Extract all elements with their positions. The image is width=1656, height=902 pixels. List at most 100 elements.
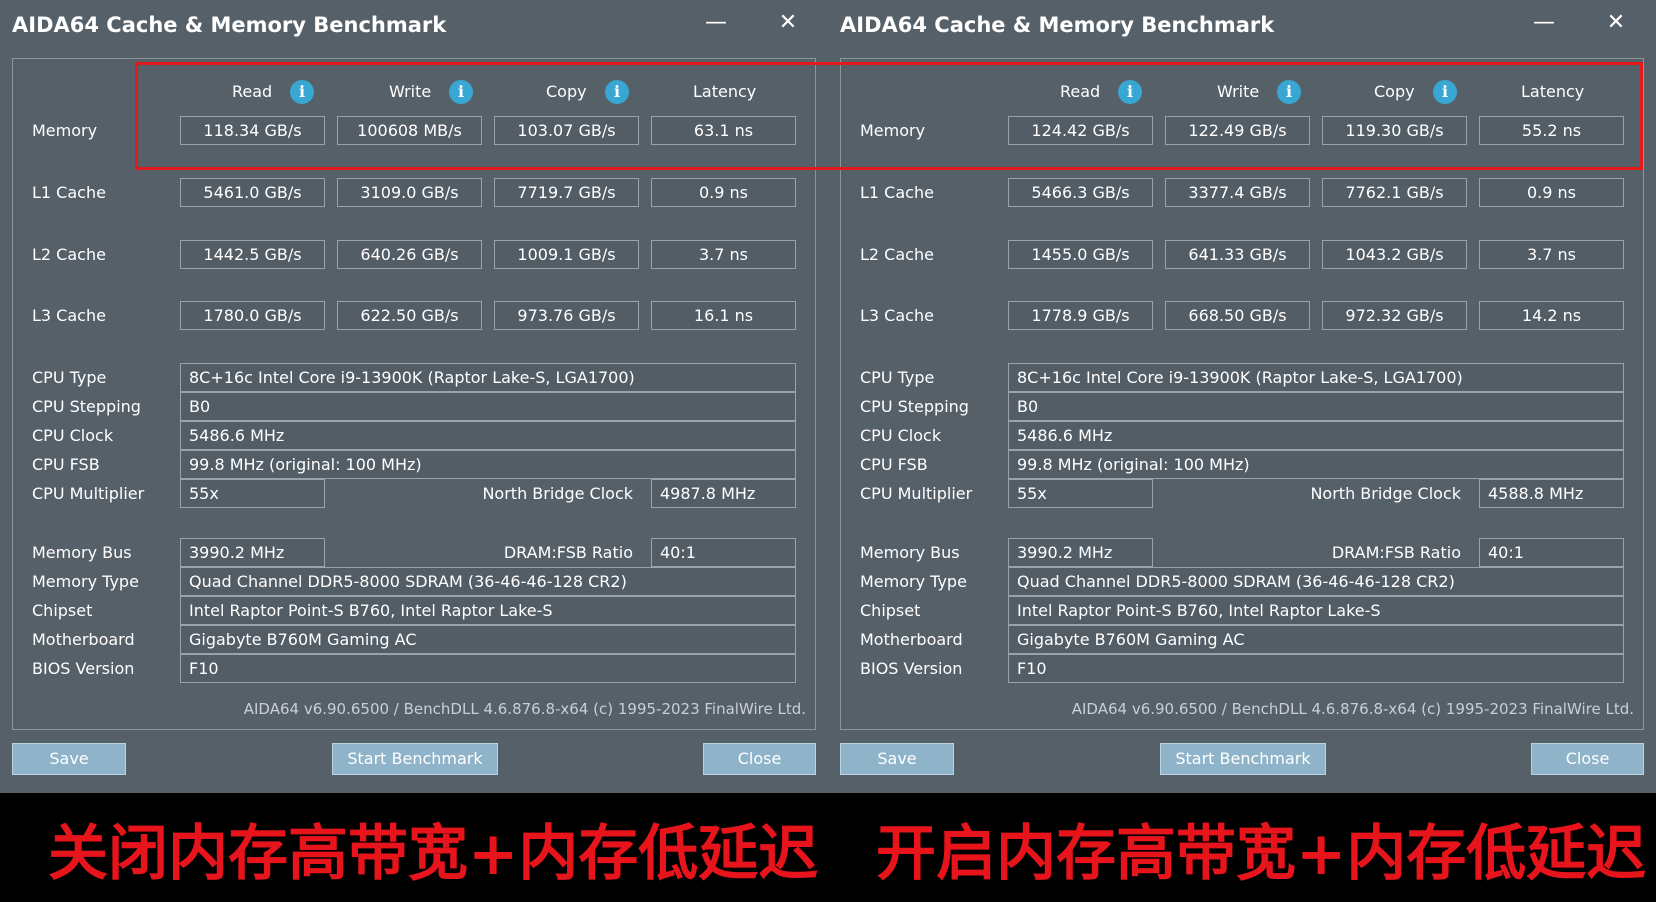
memory-type-value: Quad Channel DDR5-8000 SDRAM (36-46-46-1… [180, 567, 796, 596]
l3-label: L3 Cache [860, 306, 934, 325]
l3-read-value: 1778.9 GB/s [1008, 301, 1153, 330]
nb-clock-label: North Bridge Clock [482, 484, 633, 503]
l1-latency-value: 0.9 ns [651, 178, 796, 207]
l1-write-value: 3377.4 GB/s [1165, 178, 1310, 207]
l3-latency-value: 14.2 ns [1479, 301, 1624, 330]
save-button[interactable]: Save [12, 743, 126, 775]
version-footer: AIDA64 v6.90.6500 / BenchDLL 4.6.876.8-x… [1071, 700, 1634, 718]
l1-label: L1 Cache [860, 183, 934, 202]
title-bar: AIDA64 Cache & Memory Benchmark — ✕ [828, 0, 1656, 52]
l2-label: L2 Cache [32, 245, 106, 264]
dram-fsb-label: DRAM:FSB Ratio [503, 543, 633, 562]
memory-bus-label: Memory Bus [32, 543, 132, 562]
close-button[interactable]: Close [1531, 743, 1644, 775]
nb-clock-value: 4588.8 MHz [1479, 479, 1624, 508]
latency-header: Latency [1521, 82, 1585, 101]
title-bar: AIDA64 Cache & Memory Benchmark — ✕ [0, 0, 828, 52]
close-button[interactable]: Close [703, 743, 816, 775]
motherboard-value: Gigabyte B760M Gaming AC [1008, 625, 1624, 654]
chipset-label: Chipset [32, 601, 93, 620]
dram-fsb-value: 40:1 [1479, 538, 1624, 567]
minimize-icon[interactable]: — [1526, 8, 1562, 38]
l2-label: L2 Cache [860, 245, 934, 264]
read-header: Read [232, 82, 273, 101]
chipset-value: Intel Raptor Point-S B760, Intel Raptor … [180, 596, 796, 625]
read-header: Read [1060, 82, 1101, 101]
cpu-stepping-label: CPU Stepping [32, 397, 141, 416]
info-icon[interactable]: i [1277, 80, 1301, 104]
chipset-value: Intel Raptor Point-S B760, Intel Raptor … [1008, 596, 1624, 625]
l2-latency-value: 3.7 ns [1479, 240, 1624, 269]
cpu-multiplier-value: 55x [180, 479, 325, 508]
memory-label: Memory [32, 121, 98, 140]
bios-value: F10 [180, 654, 796, 683]
info-icon[interactable]: i [1118, 80, 1142, 104]
l3-write-value: 668.50 GB/s [1165, 301, 1310, 330]
caption-enabled: 开启内存高带宽+内存低延迟 [876, 819, 1647, 889]
save-button[interactable]: Save [840, 743, 954, 775]
cpu-type-label: CPU Type [860, 368, 935, 387]
l2-copy-value: 1009.1 GB/s [494, 240, 639, 269]
cpu-multiplier-label: CPU Multiplier [32, 484, 145, 503]
copy-header: Copy [1374, 82, 1415, 101]
bios-value: F10 [1008, 654, 1624, 683]
info-icon[interactable]: i [449, 80, 473, 104]
bios-label: BIOS Version [32, 659, 135, 678]
cpu-stepping-label: CPU Stepping [860, 397, 969, 416]
motherboard-label: Motherboard [860, 630, 963, 649]
benchmark-window-right: AIDA64 Cache & Memory Benchmark — ✕ Read… [828, 0, 1656, 793]
l3-write-value: 622.50 GB/s [337, 301, 482, 330]
l3-copy-value: 972.32 GB/s [1322, 301, 1467, 330]
cpu-stepping-value: B0 [180, 392, 796, 421]
write-header: Write [1217, 82, 1260, 101]
l1-latency-value: 0.9 ns [1479, 178, 1624, 207]
close-icon[interactable]: ✕ [770, 8, 806, 38]
cpu-fsb-label: CPU FSB [860, 455, 928, 474]
l1-copy-value: 7762.1 GB/s [1322, 178, 1467, 207]
window-title: AIDA64 Cache & Memory Benchmark [12, 13, 447, 37]
cpu-fsb-label: CPU FSB [32, 455, 100, 474]
l1-read-value: 5461.0 GB/s [180, 178, 325, 207]
cpu-multiplier-label: CPU Multiplier [860, 484, 973, 503]
chipset-label: Chipset [860, 601, 921, 620]
latency-header: Latency [693, 82, 757, 101]
minimize-icon[interactable]: — [698, 8, 734, 38]
l2-write-value: 641.33 GB/s [1165, 240, 1310, 269]
memory-label: Memory [860, 121, 926, 140]
l3-latency-value: 16.1 ns [651, 301, 796, 330]
memory-type-label: Memory Type [860, 572, 967, 591]
info-icon[interactable]: i [605, 80, 629, 104]
l2-read-value: 1455.0 GB/s [1008, 240, 1153, 269]
memory-type-value: Quad Channel DDR5-8000 SDRAM (36-46-46-1… [1008, 567, 1624, 596]
memory-type-label: Memory Type [32, 572, 139, 591]
l1-label: L1 Cache [32, 183, 106, 202]
memory-read-value: 118.34 GB/s [180, 116, 325, 145]
close-icon[interactable]: ✕ [1598, 8, 1634, 38]
memory-write-value: 122.49 GB/s [1165, 116, 1310, 145]
cpu-multiplier-value: 55x [1008, 479, 1153, 508]
info-icon[interactable]: i [290, 80, 314, 104]
l2-latency-value: 3.7 ns [651, 240, 796, 269]
copy-header: Copy [546, 82, 587, 101]
motherboard-label: Motherboard [32, 630, 135, 649]
benchmark-window-left: AIDA64 Cache & Memory Benchmark — ✕ Read… [0, 0, 828, 793]
l3-copy-value: 973.76 GB/s [494, 301, 639, 330]
write-header: Write [389, 82, 432, 101]
l1-copy-value: 7719.7 GB/s [494, 178, 639, 207]
memory-latency-value: 63.1 ns [651, 116, 796, 145]
l3-label: L3 Cache [32, 306, 106, 325]
memory-read-value: 124.42 GB/s [1008, 116, 1153, 145]
motherboard-value: Gigabyte B760M Gaming AC [180, 625, 796, 654]
cpu-fsb-value: 99.8 MHz (original: 100 MHz) [180, 450, 796, 479]
memory-bus-value: 3990.2 MHz [180, 538, 325, 567]
l2-write-value: 640.26 GB/s [337, 240, 482, 269]
l2-copy-value: 1043.2 GB/s [1322, 240, 1467, 269]
cpu-stepping-value: B0 [1008, 392, 1624, 421]
l3-read-value: 1780.0 GB/s [180, 301, 325, 330]
memory-bus-value: 3990.2 MHz [1008, 538, 1153, 567]
info-icon[interactable]: i [1433, 80, 1457, 104]
start-benchmark-button[interactable]: Start Benchmark [332, 743, 498, 775]
cpu-type-value: 8C+16c Intel Core i9-13900K (Raptor Lake… [180, 363, 796, 392]
start-benchmark-button[interactable]: Start Benchmark [1160, 743, 1326, 775]
cpu-type-value: 8C+16c Intel Core i9-13900K (Raptor Lake… [1008, 363, 1624, 392]
